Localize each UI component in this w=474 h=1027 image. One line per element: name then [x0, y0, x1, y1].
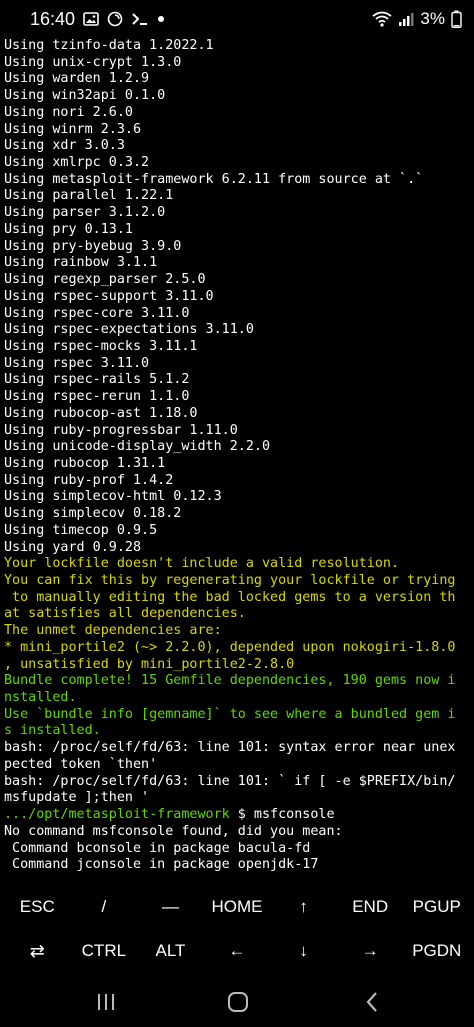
- terminal-line: nstalled.: [4, 690, 77, 706]
- terminal-line: s installed.: [4, 723, 101, 739]
- alt-key[interactable]: ALT: [137, 930, 204, 972]
- terminal-line: Using parser 3.1.2.0: [4, 205, 166, 221]
- terminal-prompt-icon: [131, 12, 149, 26]
- lock-circle-icon: [107, 11, 123, 27]
- terminal-line: Bundle complete! 15 Gemfile dependencies…: [4, 673, 456, 689]
- dot-icon: [157, 15, 165, 23]
- terminal-line: Command bconsole in package bacula-fd: [4, 840, 311, 856]
- terminal-line: The unmet dependencies are:: [4, 623, 222, 639]
- terminal-line: Using tzinfo-data 1.2022.1: [4, 38, 214, 53]
- status-time: 16:40: [30, 8, 76, 29]
- terminal-line: You can fix this by regenerating your lo…: [4, 573, 456, 588]
- back-icon: [364, 991, 380, 1017]
- terminal-line: to manually editing the bad locked gems …: [4, 589, 456, 605]
- prompt-command: $ msfconsole: [229, 807, 335, 823]
- terminal-line: Using yard 0.9.28: [4, 539, 142, 555]
- pgup-key[interactable]: PGUP: [403, 886, 470, 928]
- terminal-line: Using rspec-rails 5.1.2: [4, 372, 190, 388]
- pgdn-key[interactable]: PGDN: [403, 930, 470, 972]
- prompt-path: .../opt/metasploit-framework: [4, 807, 230, 823]
- terminal-line: Command jconsole in package openjdk-17: [4, 857, 319, 873]
- ctrl-key[interactable]: CTRL: [71, 930, 138, 972]
- wifi-icon: [372, 11, 392, 27]
- terminal-line: Using xmlrpc 0.3.2: [4, 155, 150, 171]
- status-left: 16:40: [30, 0, 165, 38]
- home-button[interactable]: [218, 988, 258, 1020]
- recents-button[interactable]: [86, 988, 126, 1020]
- home-key[interactable]: HOME: [204, 886, 271, 928]
- terminal-line: Using rubocop 1.31.1: [4, 455, 166, 471]
- terminal-line: Using warden 1.2.9: [4, 71, 150, 87]
- terminal-line: Using rspec-expectations 3.11.0: [4, 322, 254, 338]
- navigation-bar: [0, 980, 474, 1027]
- terminal-line: Using rspec-core 3.11.0: [4, 305, 190, 321]
- terminal-line: Using simplecov 0.18.2: [4, 506, 182, 522]
- terminal-output[interactable]: Using tzinfo-data 1.2022.1 Using unix-cry…: [4, 38, 474, 880]
- terminal-line: Using timecop 0.9.5: [4, 522, 158, 538]
- tab-arrows-icon: ⇄: [29, 940, 45, 962]
- back-button[interactable]: [352, 988, 392, 1020]
- terminal-line: Using rspec-mocks 3.11.1: [4, 338, 198, 354]
- terminal-line: Using ruby-progressbar 1.11.0: [4, 422, 238, 438]
- terminal-line: bash: /proc/self/fd/63: line 101: ` if […: [4, 773, 456, 789]
- arrow-right-key[interactable]: →: [337, 930, 404, 972]
- terminal-line: Using unicode-display_width 2.2.0: [4, 439, 271, 455]
- home-icon: [227, 991, 249, 1017]
- extra-keys-row-2: ⇄ CTRL ALT ← ↓ → PGDN: [4, 930, 470, 972]
- terminal-line: Using win32api 0.1.0: [4, 88, 166, 104]
- terminal-line: * mini_portile2 (~> 2.2.0), depended upo…: [4, 639, 456, 655]
- terminal-line: .../opt/metasploit-framework $ msfconsol…: [4, 807, 474, 824]
- terminal-line: Using regexp_parser 2.5.0: [4, 272, 206, 288]
- recents-icon: [95, 992, 117, 1016]
- terminal-line: Using winrm 2.3.6: [4, 121, 142, 137]
- terminal-line: Using pry-byebug 3.9.0: [4, 238, 182, 254]
- arrow-down-key[interactable]: ↓: [270, 930, 337, 972]
- status-right: 3%: [372, 0, 462, 38]
- arrow-left-key[interactable]: ←: [204, 930, 271, 972]
- tab-key[interactable]: ⇄: [4, 930, 71, 972]
- dash-key[interactable]: —: [137, 886, 204, 928]
- terminal-line: Using rspec 3.11.0: [4, 355, 150, 371]
- signal-icon: [398, 11, 414, 27]
- slash-key[interactable]: /: [71, 886, 138, 928]
- image-icon: [83, 12, 99, 26]
- status-bar: 16:40 3%: [0, 0, 474, 38]
- terminal-line: Using parallel 1.22.1: [4, 188, 174, 204]
- terminal-line: , unsatisfied by mini_portile2-2.8.0: [4, 656, 295, 672]
- terminal-line: No command msfconsole found, did you mea…: [4, 823, 343, 839]
- terminal-line: Use `bundle info [gemname]` to see where…: [4, 706, 456, 722]
- terminal-line: Using rainbow 3.1.1: [4, 255, 158, 271]
- terminal-line: bash: /proc/self/fd/63: line 101: syntax…: [4, 740, 456, 756]
- terminal-line: Using nori 2.6.0: [4, 104, 133, 120]
- extra-keys-bar: ESC / — HOME ↑ END PGUP ⇄ CTRL ALT ← ↓ → PGDN: [0, 880, 474, 980]
- esc-key[interactable]: ESC: [4, 886, 71, 928]
- terminal-line: Using rspec-rerun 1.1.0: [4, 389, 190, 405]
- terminal-line: Your lockfile doesn't include a valid re…: [4, 556, 400, 572]
- terminal-line: Using rspec-support 3.11.0: [4, 288, 214, 304]
- terminal-line: Using rubocop-ast 1.18.0: [4, 405, 198, 421]
- terminal-line: Using xdr 3.0.3: [4, 138, 125, 154]
- terminal-line: pected token `then': [4, 756, 158, 772]
- terminal-line: msfupdate ];then ': [4, 790, 150, 806]
- battery-icon: [451, 10, 462, 28]
- terminal-line: Using unix-crypt 1.3.0: [4, 54, 182, 70]
- terminal-line: Using metasploit-framework 6.2.11 from s…: [4, 171, 424, 187]
- extra-keys-row-1: ESC / — HOME ↑ END PGUP: [4, 886, 470, 928]
- terminal-line: Using pry 0.13.1: [4, 221, 133, 237]
- end-key[interactable]: END: [337, 886, 404, 928]
- terminal-line: Using ruby-prof 1.4.2: [4, 472, 174, 488]
- arrow-up-key[interactable]: ↑: [270, 886, 337, 928]
- terminal-line: Using simplecov-html 0.12.3: [4, 489, 222, 505]
- battery-percent: 3%: [420, 9, 445, 28]
- terminal-line: at satisfies all dependencies.: [4, 606, 246, 622]
